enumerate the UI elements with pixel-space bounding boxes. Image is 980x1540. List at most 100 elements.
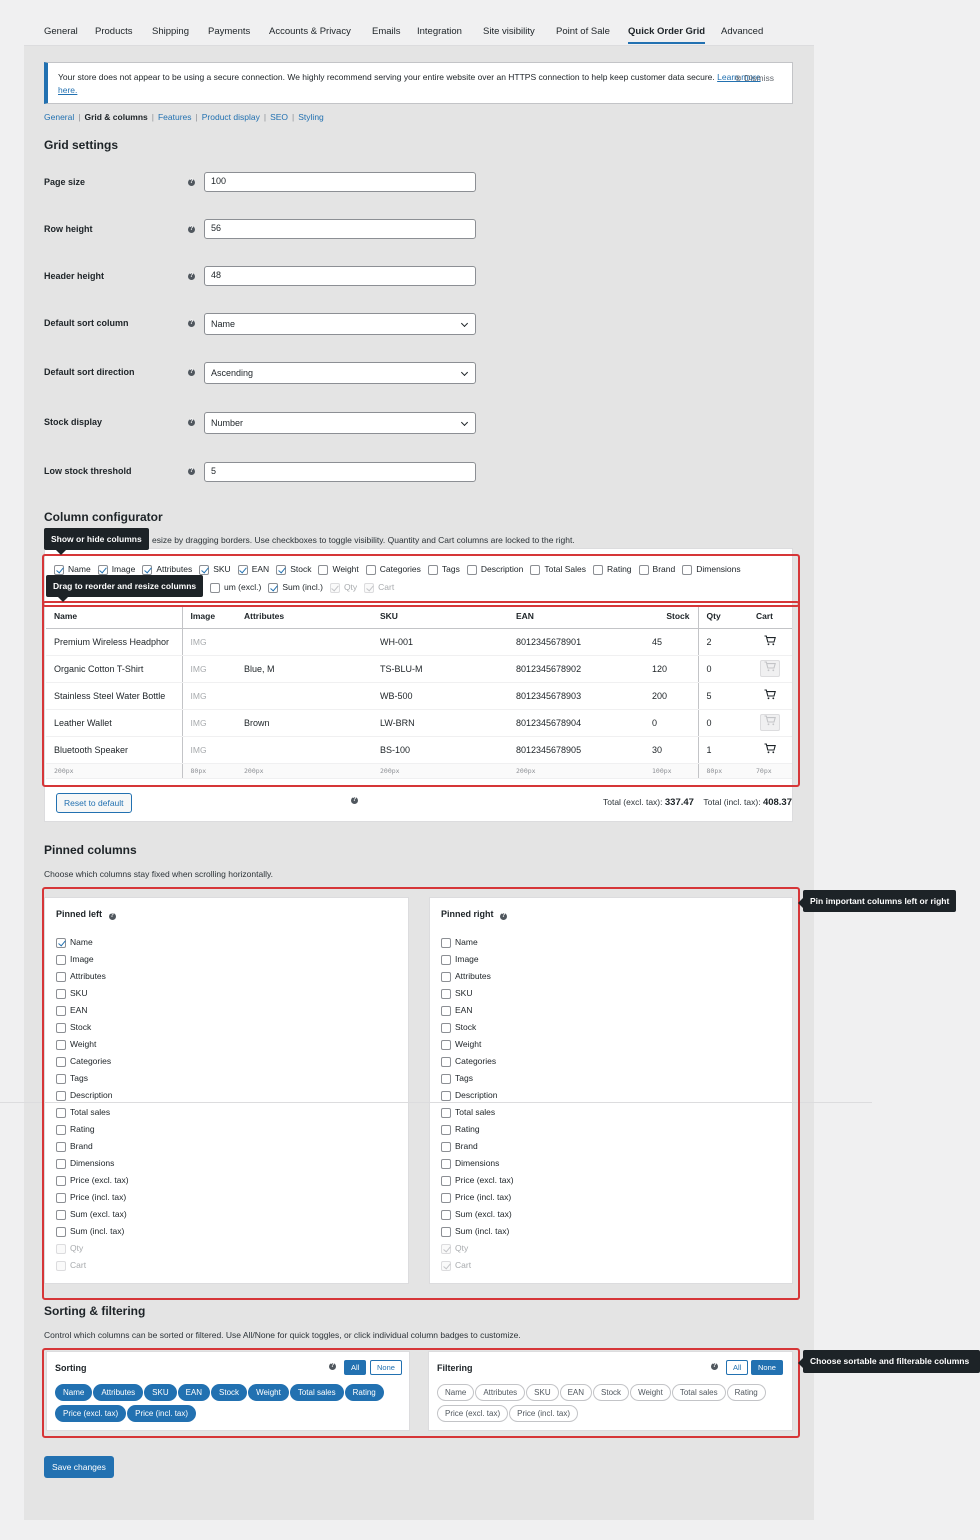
column-badge[interactable]: EAN xyxy=(559,1384,593,1401)
pinned-right-option[interactable]: Tags xyxy=(441,1072,514,1089)
column-header-stock[interactable]: Stock xyxy=(644,605,698,629)
column-badge[interactable]: Attributes xyxy=(93,1384,144,1401)
tab-accounts-privacy[interactable]: Accounts & Privacy xyxy=(269,26,351,37)
low-stock-threshold-input[interactable]: 5 xyxy=(204,462,476,482)
checkbox[interactable] xyxy=(56,1192,66,1203)
filtering-none-button[interactable]: None xyxy=(751,1360,783,1375)
column-badge[interactable]: SKU xyxy=(144,1384,177,1401)
visibility-item[interactable]: Categories xyxy=(365,564,421,575)
pinned-right-option[interactable]: Price (excl. tax) xyxy=(441,1174,514,1191)
checkbox[interactable] xyxy=(441,1090,451,1101)
checkbox[interactable] xyxy=(365,564,376,575)
pinned-right-option[interactable]: Attributes xyxy=(441,970,514,987)
subnav-item-features[interactable]: Features xyxy=(158,112,192,122)
column-badge[interactable]: Total sales xyxy=(289,1384,344,1401)
help-icon[interactable]: ? xyxy=(188,419,195,426)
checkbox[interactable] xyxy=(441,1124,451,1135)
visibility-item[interactable]: Total Sales xyxy=(530,564,586,575)
help-icon[interactable]: ? xyxy=(329,1363,336,1370)
checkbox[interactable] xyxy=(441,1056,451,1067)
column-badge[interactable]: Name xyxy=(437,1384,475,1401)
subnav-item-grid-columns[interactable]: Grid & columns xyxy=(84,112,147,122)
pinned-right-option[interactable]: Categories xyxy=(441,1055,514,1072)
visibility-item[interactable]: um (excl.) xyxy=(210,582,261,593)
checkbox[interactable] xyxy=(441,954,451,965)
reset-to-default-button[interactable]: Reset to default xyxy=(56,793,132,813)
column-badge[interactable]: Rating xyxy=(344,1384,384,1401)
checkbox[interactable] xyxy=(56,1005,66,1016)
checkbox[interactable] xyxy=(56,1107,66,1118)
pinned-right-option[interactable]: Sum (incl. tax) xyxy=(441,1225,514,1242)
column-header-sku[interactable]: SKU xyxy=(372,605,508,629)
column-badge[interactable]: Stock xyxy=(593,1384,630,1401)
subnav-item-styling[interactable]: Styling xyxy=(298,112,324,122)
pinned-left-option[interactable]: Categories xyxy=(56,1055,129,1072)
pinned-left-option[interactable]: Attributes xyxy=(56,970,129,987)
pinned-left-option[interactable]: Total sales xyxy=(56,1106,129,1123)
pinned-left-option[interactable]: SKU xyxy=(56,987,129,1004)
visibility-item[interactable]: Brand xyxy=(638,564,675,575)
column-header-image[interactable]: Image xyxy=(181,605,236,629)
help-icon[interactable]: ? xyxy=(188,179,195,186)
pinned-left-option[interactable]: Price (excl. tax) xyxy=(56,1174,129,1191)
column-header-qty[interactable]: Qty xyxy=(697,605,748,629)
checkbox[interactable] xyxy=(56,954,66,965)
column-badge[interactable]: Price (incl. tax) xyxy=(509,1405,579,1422)
pinned-left-option[interactable]: Stock xyxy=(56,1021,129,1038)
help-icon[interactable]: ? xyxy=(188,468,195,475)
pinned-left-option[interactable]: Weight xyxy=(56,1038,129,1055)
pinned-left-option[interactable]: Brand xyxy=(56,1140,129,1157)
checkbox[interactable] xyxy=(56,937,66,948)
tab-advanced[interactable]: Advanced xyxy=(721,26,763,37)
stock-display-select[interactable]: Number xyxy=(204,412,476,434)
checkbox[interactable] xyxy=(54,564,64,575)
checkbox[interactable] xyxy=(441,1192,451,1203)
checkbox[interactable] xyxy=(56,1090,66,1101)
pinned-right-option[interactable]: Total sales xyxy=(441,1106,514,1123)
tab-general[interactable]: General xyxy=(44,26,78,37)
help-icon[interactable]: ? xyxy=(351,797,358,804)
checkbox[interactable] xyxy=(210,582,220,593)
column-badge[interactable]: Weight xyxy=(630,1384,671,1401)
checkbox[interactable] xyxy=(441,1175,451,1186)
column-header-cart[interactable]: Cart xyxy=(748,605,792,629)
checkbox[interactable] xyxy=(441,988,451,999)
visibility-item[interactable]: Rating xyxy=(592,564,632,575)
pinned-left-option[interactable]: Rating xyxy=(56,1123,129,1140)
dismiss-button[interactable]: ⊗ Dismiss xyxy=(735,72,774,85)
subnav-item-product-display[interactable]: Product display xyxy=(202,112,260,122)
help-icon[interactable]: ? xyxy=(711,1363,718,1370)
column-badge[interactable]: Total sales xyxy=(671,1384,726,1401)
help-icon[interactable]: ? xyxy=(188,369,195,376)
checkbox[interactable] xyxy=(441,1209,451,1220)
checkbox[interactable] xyxy=(56,1175,66,1186)
help-icon[interactable]: ? xyxy=(188,226,195,233)
column-header-name[interactable]: Name xyxy=(46,605,182,629)
default-sort-direction-select[interactable]: Ascending xyxy=(204,362,476,384)
column-badge[interactable]: Weight xyxy=(248,1384,289,1401)
pinned-right-option[interactable]: Weight xyxy=(441,1038,514,1055)
checkbox[interactable] xyxy=(638,564,649,575)
checkbox[interactable] xyxy=(56,1226,66,1237)
visibility-item[interactable]: Sum (incl.) xyxy=(268,582,323,593)
help-icon[interactable]: ? xyxy=(108,913,116,920)
row-height-input[interactable]: 56 xyxy=(204,219,476,239)
cart-icon[interactable] xyxy=(762,742,778,757)
tab-emails[interactable]: Emails xyxy=(372,26,401,37)
checkbox[interactable] xyxy=(56,1124,66,1135)
checkbox[interactable] xyxy=(441,1022,451,1033)
pinned-right-option[interactable]: Stock xyxy=(441,1021,514,1038)
column-badge[interactable]: SKU xyxy=(526,1384,559,1401)
checkbox[interactable] xyxy=(199,564,210,575)
checkbox[interactable] xyxy=(427,564,438,575)
pinned-left-option[interactable]: Price (incl. tax) xyxy=(56,1191,129,1208)
checkbox[interactable] xyxy=(682,564,693,575)
checkbox[interactable] xyxy=(441,971,451,982)
save-changes-button[interactable]: Save changes xyxy=(44,1456,114,1478)
column-badge[interactable]: Price (excl. tax) xyxy=(55,1405,127,1422)
column-header-attributes[interactable]: Attributes xyxy=(236,605,372,629)
pinned-left-option[interactable]: Dimensions xyxy=(56,1157,129,1174)
pinned-left-option[interactable]: EAN xyxy=(56,1004,129,1021)
checkbox[interactable] xyxy=(56,1141,66,1152)
pinned-right-option[interactable]: EAN xyxy=(441,1004,514,1021)
